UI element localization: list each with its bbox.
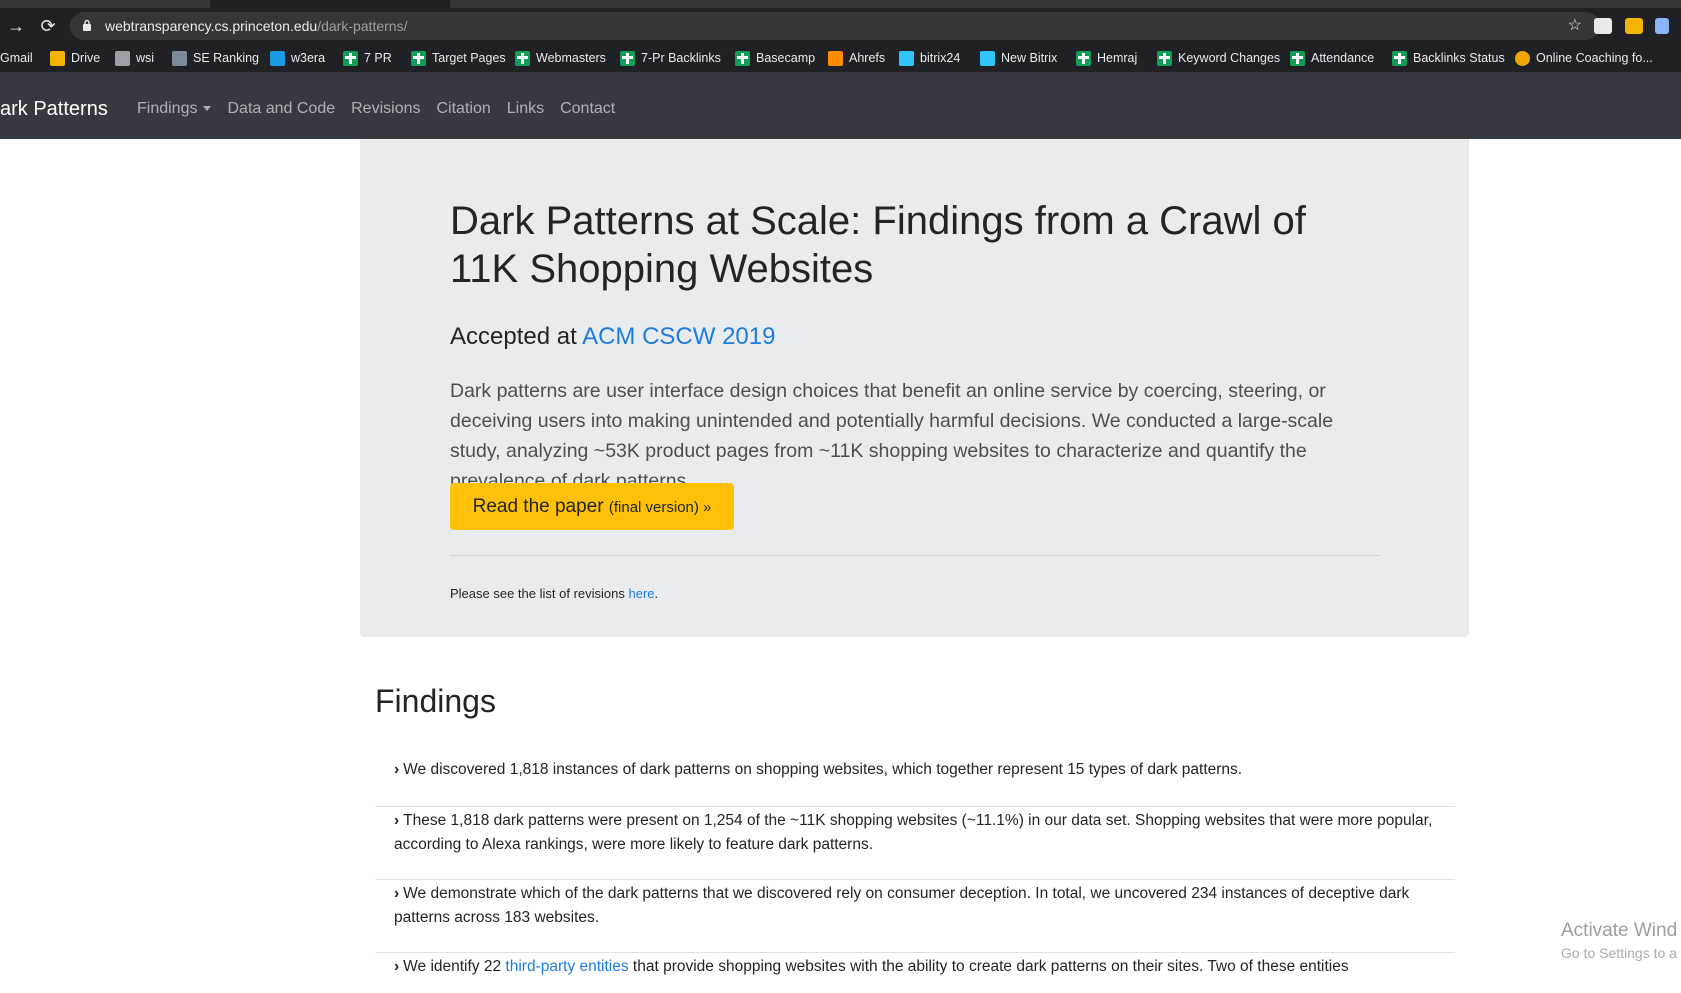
bookmark-item[interactable]: SE Ranking	[172, 44, 259, 72]
wsi-icon	[115, 50, 130, 66]
browser-tab-strip	[0, 0, 1681, 8]
windows-activation-hint: Go to Settings to a	[1561, 945, 1677, 961]
address-bar[interactable]: webtransparency.cs.princeton.edu/dark-pa…	[70, 12, 1600, 40]
page-title: Dark Patterns at Scale: Findings from a …	[450, 199, 1306, 291]
revisions-link[interactable]: here	[628, 586, 654, 601]
bookmark-item[interactable]: Basecamp	[735, 44, 815, 72]
bookmark-item[interactable]: Target Pages	[411, 44, 506, 72]
lead-paragraph: Dark patterns are user interface design …	[450, 380, 1334, 492]
finding-item: › We discovered 1,818 instances of dark p…	[375, 757, 1455, 807]
bookmark-label: wsi	[136, 51, 155, 65]
site-navbar: ark Patterns Findings Data and Code Revi…	[0, 72, 1681, 139]
bookmark-item[interactable]: Ahrefs	[828, 44, 885, 72]
nav-links: Findings Data and Code Revisions Citatio…	[137, 72, 615, 146]
bookmark-item[interactable]: Attendance	[1290, 44, 1374, 72]
ahrefs-icon	[828, 50, 843, 66]
sheets-icon	[343, 50, 358, 66]
bookmark-item[interactable]: Hemraj	[1076, 44, 1137, 72]
read-paper-button[interactable]: Read the paper (final version) »	[450, 483, 734, 530]
findings-heading: Findings	[375, 683, 496, 719]
browser-toolbar: → ⟳ webtransparency.cs.princeton.edu/dar…	[0, 8, 1681, 44]
bookmarks-bar: Gmail Drive wsi SE Ranking w3era 7 PR Target P…	[0, 44, 1681, 72]
sheets-icon	[1392, 50, 1407, 66]
windows-activation-watermark: Activate Wind	[1561, 920, 1678, 941]
finding-item: › We demonstrate which of the dark patter…	[375, 880, 1455, 953]
nav-contact[interactable]: Contact	[560, 72, 615, 146]
chevron-right-icon: ›	[394, 885, 400, 902]
nav-findings-dropdown[interactable]: Findings	[137, 72, 212, 146]
browser-tab[interactable]	[450, 0, 1681, 8]
url-text: webtransparency.cs.princeton.edu/dark-pa…	[105, 18, 408, 34]
seo-extension-icon[interactable]	[1625, 18, 1643, 34]
bookmark-label: Target Pages	[432, 51, 506, 65]
bookmark-item[interactable]: New Bitrix	[980, 44, 1057, 72]
bookmark-label: Ahrefs	[849, 51, 886, 65]
sheets-icon	[515, 50, 530, 66]
site-brand[interactable]: ark Patterns	[0, 72, 108, 146]
bitrix-icon	[980, 50, 995, 66]
bookmark-item[interactable]: 7-Pr Backlinks	[620, 44, 721, 72]
bookmark-label: Webmasters	[536, 51, 606, 65]
bookmark-label: bitrix24	[920, 51, 961, 65]
bookmark-item[interactable]: Webmasters	[515, 44, 606, 72]
caret-down-icon	[203, 106, 212, 112]
bookmark-label: 7 PR	[364, 51, 392, 65]
forward-icon[interactable]: →	[4, 14, 28, 38]
bookmark-item[interactable]: Gmail	[0, 44, 33, 72]
bookmark-label: Online Coaching fo...	[1536, 51, 1653, 65]
accepted-heading: Accepted at ACM CSCW 2019	[450, 323, 776, 350]
bookmark-label: Backlinks Status	[1413, 51, 1505, 65]
sheets-icon	[735, 50, 750, 66]
drive-icon	[50, 50, 65, 66]
finding-item: › We identify 22 third-party entities tha…	[394, 958, 1349, 975]
link-extension-icon[interactable]	[1655, 18, 1669, 34]
nav-links[interactable]: Links	[507, 72, 544, 146]
bookmark-label: 7-Pr Backlinks	[641, 51, 721, 65]
bookmark-item[interactable]: Backlinks Status	[1392, 44, 1505, 72]
bookmark-label: Attendance	[1311, 51, 1375, 65]
bitrix-icon	[899, 50, 914, 66]
bookmark-label: w3era	[291, 51, 326, 65]
w3era-icon	[270, 50, 285, 66]
finding-item: › These 1,818 dark patterns were present …	[375, 807, 1455, 880]
chevron-right-icon: ›	[394, 761, 400, 778]
reload-icon[interactable]: ⟳	[36, 14, 60, 38]
bookmark-label: New Bitrix	[1001, 51, 1058, 65]
chevron-right-icon: ›	[394, 812, 400, 829]
bookmark-item[interactable]: w3era	[270, 44, 325, 72]
bookmark-label: Keyword Changes	[1178, 51, 1281, 65]
bookmark-item[interactable]: Keyword Changes	[1157, 44, 1280, 72]
bookmark-item[interactable]: Online Coaching fo...	[1515, 44, 1653, 72]
browser-tab[interactable]	[0, 0, 210, 8]
extension-icon[interactable]	[1594, 18, 1612, 34]
coaching-icon	[1515, 50, 1530, 66]
sheets-icon	[620, 50, 635, 66]
chevron-right-icon: ›	[394, 958, 400, 975]
nav-citation[interactable]: Citation	[436, 72, 490, 146]
bookmark-label: Hemraj	[1097, 51, 1138, 65]
nav-revisions[interactable]: Revisions	[351, 72, 420, 146]
hero-jumbotron: Dark Patterns at Scale: Findings from a …	[360, 139, 1469, 637]
third-party-entities-link[interactable]: third-party entities	[505, 958, 628, 975]
sheets-icon	[1290, 50, 1305, 66]
sheets-icon	[1157, 50, 1172, 66]
revisions-note: Please see the list of revisions here.	[450, 586, 659, 601]
bookmark-star-icon[interactable]: ☆	[1568, 12, 1582, 40]
bookmark-label: Basecamp	[756, 51, 816, 65]
se-ranking-icon	[172, 50, 187, 66]
divider	[450, 555, 1380, 556]
bookmark-item[interactable]: wsi	[115, 44, 154, 72]
sheets-icon	[1076, 50, 1091, 66]
bookmark-item[interactable]: Drive	[50, 44, 100, 72]
bookmark-label: Drive	[71, 51, 101, 65]
bookmark-item[interactable]: bitrix24	[899, 44, 960, 72]
bookmark-label: Gmail	[0, 51, 33, 65]
bookmark-item[interactable]: 7 PR	[343, 44, 392, 72]
lock-icon	[83, 19, 91, 31]
nav-data-and-code[interactable]: Data and Code	[227, 72, 335, 146]
sheets-icon	[411, 50, 426, 66]
bookmark-label: SE Ranking	[193, 51, 260, 65]
conference-link[interactable]: ACM CSCW 2019	[582, 323, 775, 350]
